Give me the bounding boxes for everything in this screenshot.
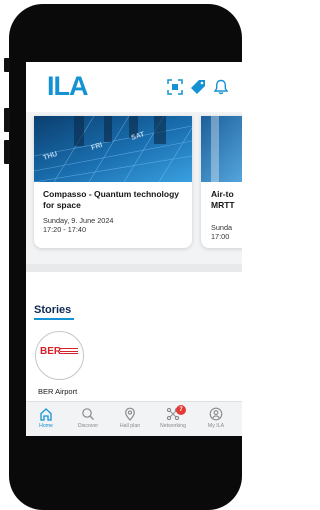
map-pin-icon <box>125 407 135 421</box>
event-card-image: THU FRI SAT <box>34 116 192 182</box>
tab-home-label: Home <box>39 423 53 429</box>
app-header: ILA <box>26 62 242 112</box>
stories-heading: Stories <box>34 304 72 316</box>
networking-badge: 7 <box>176 405 186 415</box>
search-icon <box>82 408 94 420</box>
event-date: Sunda <box>211 223 233 232</box>
app-screen: ILA THU FRI SAT Compasso - Quantum techn… <box>26 62 242 436</box>
qr-scan-icon[interactable] <box>167 79 183 95</box>
tab-discover[interactable]: Discover <box>68 403 108 436</box>
tab-networking-label: Networking <box>160 423 186 429</box>
tag-icon[interactable] <box>190 79 206 95</box>
phone-volume-down <box>4 140 10 164</box>
event-time: 17:20 - 17:40 <box>43 225 87 234</box>
tab-home[interactable]: Home <box>26 403 66 436</box>
story-label[interactable]: BER Airport <box>38 387 77 396</box>
tab-hall-plan[interactable]: Hall plan <box>110 403 150 436</box>
event-title-line1: Air-to <box>211 189 234 199</box>
bottom-tab-bar: Home Discover Hall plan 7 Networking My … <box>26 401 242 436</box>
event-title: Air-to MRTT <box>211 189 242 210</box>
ila-logo[interactable]: ILA <box>47 71 88 102</box>
stories-heading-underline <box>34 318 74 320</box>
event-card[interactable]: Air-to MRTT Sunda 17:00 <box>201 116 242 248</box>
event-card[interactable]: THU FRI SAT Compasso - Quantum technolog… <box>34 116 192 248</box>
bell-icon[interactable] <box>213 79 229 95</box>
ber-logo-subtitle-lines <box>60 348 78 356</box>
tab-hall-plan-label: Hall plan <box>119 423 141 429</box>
profile-icon <box>209 407 223 421</box>
home-icon <box>40 408 52 421</box>
event-title-line2: MRTT <box>211 199 235 210</box>
tab-discover-label: Discover <box>77 423 99 429</box>
phone-mute-switch <box>4 58 10 72</box>
section-divider <box>26 264 242 272</box>
tab-my-ila[interactable]: My ILA <box>196 403 236 436</box>
event-card-image <box>201 116 242 182</box>
event-time: 17:00 <box>211 232 230 241</box>
tab-networking[interactable]: 7 Networking <box>153 403 193 436</box>
tab-my-ila-label: My ILA <box>207 423 225 429</box>
ber-logo: BER <box>40 346 62 357</box>
event-title: Compasso - Quantum technology for space <box>43 189 180 210</box>
phone-volume-up <box>4 108 10 132</box>
event-date: Sunday, 9. June 2024 <box>43 216 114 225</box>
